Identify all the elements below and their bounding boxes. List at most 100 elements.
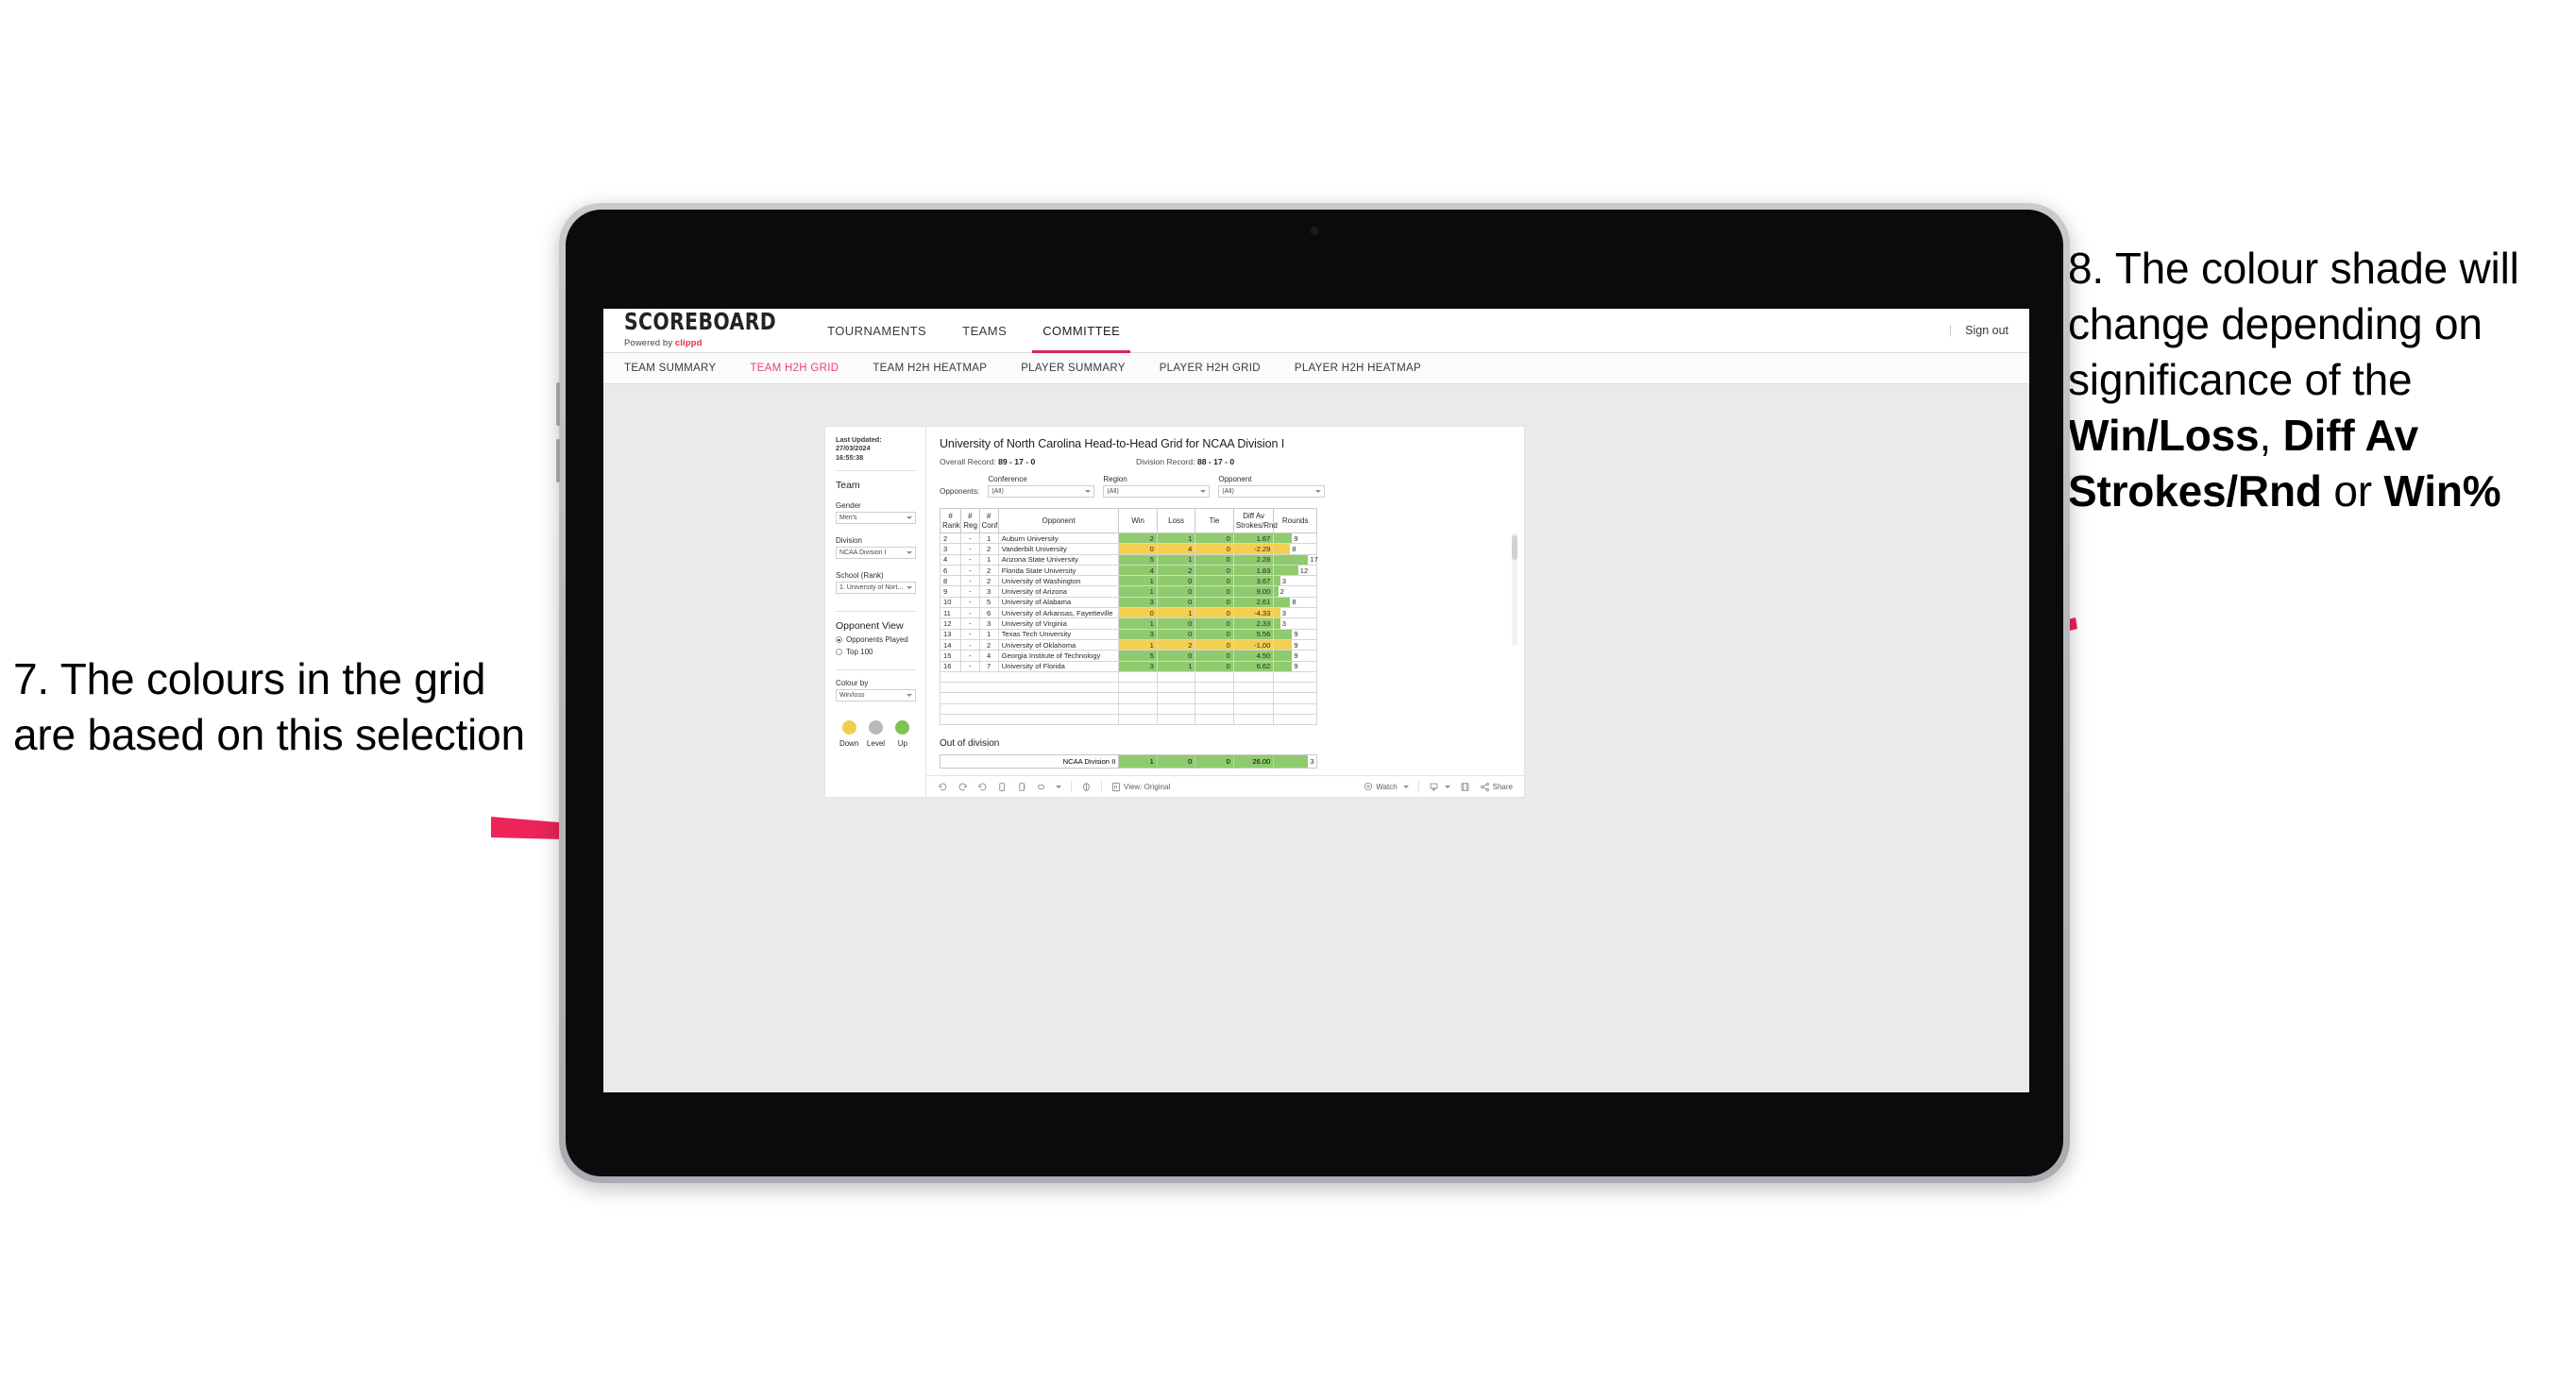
empty-win bbox=[1118, 682, 1158, 694]
cell-opponent: University of Virginia bbox=[997, 617, 1120, 630]
cell-diff-av-strokes: 1.83 bbox=[1232, 564, 1275, 577]
empty-diff bbox=[1232, 670, 1275, 684]
annotation-8-mid1: , bbox=[2259, 410, 2283, 460]
empty-tie bbox=[1195, 702, 1234, 716]
school-rank-select[interactable]: 1. University of Nort... bbox=[836, 582, 916, 595]
table-row[interactable]: 11-6 University of Arkansas, Fayetteville… bbox=[939, 607, 1317, 619]
tablet-volume-up-button[interactable] bbox=[556, 382, 560, 426]
download-icon[interactable] bbox=[1429, 782, 1450, 792]
panel-divider-2 bbox=[836, 611, 916, 613]
table-row[interactable]: 6-2 Florida State University 4 2 0 1.83 12 bbox=[939, 564, 1317, 577]
region-filter-select[interactable]: (All) bbox=[1103, 485, 1211, 498]
cell-diff-av-strokes: 1.67 bbox=[1232, 532, 1275, 545]
col-header-rank[interactable]: # Rank bbox=[939, 508, 962, 533]
col-header-reg[interactable]: # Reg bbox=[960, 508, 980, 533]
tablet-volume-down-button[interactable] bbox=[556, 439, 560, 482]
cell-conf: 5 bbox=[978, 596, 999, 609]
overall-record-label: Overall Record: bbox=[940, 457, 996, 466]
empty-tie bbox=[1195, 670, 1234, 684]
tablet-device-frame: SCOREBOARD Powered by clippd TOURNAMENTS… bbox=[556, 203, 2070, 1183]
redo-icon[interactable] bbox=[958, 782, 968, 792]
pause-updates-icon[interactable] bbox=[1017, 782, 1027, 792]
table-row[interactable]: 13-1 Texas Tech University 3 0 0 5.56 9 bbox=[939, 628, 1317, 640]
grid-vertical-scrollbar[interactable] bbox=[1512, 533, 1517, 645]
cell-reg: - bbox=[960, 638, 980, 651]
subnav-item-team-h2h-grid[interactable]: TEAM H2H GRID bbox=[750, 363, 856, 374]
fullscreen-icon[interactable] bbox=[1460, 782, 1470, 792]
grid-scrollbar-thumb[interactable] bbox=[1512, 535, 1517, 560]
rounds-value: 2 bbox=[1280, 587, 1284, 597]
cell-rank: 11 bbox=[939, 607, 962, 619]
division-select[interactable]: NCAA Division I bbox=[836, 547, 916, 560]
cell-rounds: 3 bbox=[1273, 607, 1317, 619]
table-row[interactable]: 8-2 University of Washington 1 0 0 3.67 3 bbox=[939, 575, 1317, 587]
cell-tie: 0 bbox=[1195, 543, 1234, 555]
rounds-value: 9 bbox=[1294, 651, 1298, 660]
table-row[interactable]: 15-4 Georgia Institute of Technology 5 0 0 4.… bbox=[939, 650, 1317, 662]
col-header-diff-l1: Diff Av bbox=[1243, 512, 1265, 521]
col-header-opponent[interactable]: Opponent bbox=[997, 508, 1120, 533]
table-row[interactable]: 14-2 University of Oklahoma 1 2 0 -1.00 9 bbox=[939, 638, 1317, 651]
cell-reg: - bbox=[960, 628, 980, 640]
col-header-conf[interactable]: # Conf bbox=[978, 508, 999, 533]
cell-diff-av-strokes: 2.61 bbox=[1232, 596, 1275, 609]
last-updated-date: Last Updated: 27/03/2024 bbox=[836, 435, 882, 453]
subnav-item-player-summary[interactable]: PLAYER SUMMARY bbox=[1021, 363, 1143, 374]
cell-tie: 0 bbox=[1195, 532, 1234, 545]
conference-filter-select[interactable]: (All) bbox=[988, 485, 1095, 498]
refresh-data-icon[interactable] bbox=[997, 782, 1008, 792]
cell-reg: - bbox=[960, 607, 980, 619]
radio-top-100[interactable]: Top 100 bbox=[836, 648, 916, 656]
undo-icon[interactable] bbox=[938, 782, 948, 792]
custom-views-icon[interactable] bbox=[1037, 782, 1061, 792]
table-row[interactable]: 12-3 University of Virginia 1 0 0 2.33 3 bbox=[939, 617, 1317, 630]
gender-select[interactable]: Men's bbox=[836, 512, 916, 525]
nav-item-tournaments[interactable]: TOURNAMENTS bbox=[809, 309, 944, 353]
subnav-item-team-h2h-heatmap[interactable]: TEAM H2H HEATMAP bbox=[873, 363, 1004, 374]
annotation-8-mid2: or bbox=[2321, 465, 2384, 516]
cell-diff-av-strokes: 4.50 bbox=[1232, 650, 1275, 662]
signout-link[interactable]: Sign out bbox=[1965, 324, 2008, 337]
col-header-rounds[interactable]: Rounds bbox=[1273, 508, 1317, 533]
tablet-bezel: SCOREBOARD Powered by clippd TOURNAMENTS… bbox=[566, 210, 2063, 1176]
legend-item-down: Down bbox=[836, 720, 862, 748]
watch-button[interactable]: Watch bbox=[1364, 782, 1409, 791]
nav-item-committee[interactable]: COMMITTEE bbox=[1025, 309, 1138, 353]
table-row[interactable]: 2-1 Auburn University 2 1 0 1.67 9 bbox=[939, 532, 1317, 545]
revert-icon[interactable] bbox=[977, 782, 988, 792]
col-header-win[interactable]: Win bbox=[1118, 508, 1158, 533]
table-row[interactable]: 4-1 Arizona State University 5 1 0 2.28 17 bbox=[939, 553, 1318, 566]
col-header-loss[interactable]: Loss bbox=[1156, 508, 1196, 533]
colour-by-select[interactable]: Win/loss bbox=[836, 689, 916, 702]
cell-reg: - bbox=[960, 564, 980, 577]
chevron-down-icon bbox=[1402, 785, 1409, 788]
chevron-down-icon bbox=[1315, 490, 1322, 493]
opponent-filter-select[interactable]: (All) bbox=[1218, 485, 1326, 498]
cell-rounds: 8 bbox=[1273, 596, 1317, 609]
pause-icon[interactable] bbox=[1081, 782, 1092, 792]
subnav-item-player-h2h-grid[interactable]: PLAYER H2H GRID bbox=[1160, 363, 1278, 374]
col-header-diff-av-strokes[interactable]: Diff Av Strokes/Rnd bbox=[1232, 508, 1278, 533]
chevron-down-icon bbox=[907, 694, 912, 698]
view-original-button[interactable]: View: Original bbox=[1111, 782, 1170, 792]
cell-loss: 1 bbox=[1156, 660, 1196, 672]
col-header-tie[interactable]: Tie bbox=[1195, 508, 1234, 533]
radio-opponents-played[interactable]: Opponents Played bbox=[836, 635, 916, 644]
cell-reg: - bbox=[960, 543, 980, 555]
scoreboard-logo[interactable]: SCOREBOARD Powered by clippd bbox=[603, 311, 781, 348]
table-row[interactable]: 9-3 University of Arizona 1 0 0 9.00 2 bbox=[939, 585, 1317, 598]
table-row[interactable]: 10-5 University of Alabama 3 0 0 2.61 8 bbox=[939, 596, 1317, 609]
cell-rounds: 9 bbox=[1273, 628, 1317, 640]
empty-loss bbox=[1156, 714, 1196, 726]
cell-rounds: 17 bbox=[1273, 553, 1318, 566]
subnav-item-team-summary[interactable]: TEAM SUMMARY bbox=[624, 363, 733, 374]
subnav-item-player-h2h-heatmap[interactable]: PLAYER H2H HEATMAP bbox=[1295, 363, 1438, 374]
viz-body: University of North Carolina Head-to-Hea… bbox=[926, 427, 1524, 797]
cell-conf: 3 bbox=[978, 617, 999, 630]
nav-item-teams[interactable]: TEAMS bbox=[944, 309, 1025, 353]
rounds-bar bbox=[1274, 661, 1293, 671]
share-button[interactable]: Share bbox=[1480, 782, 1513, 792]
table-row[interactable]: 3-2 Vanderbilt University 0 4 0 -2.29 8 bbox=[939, 543, 1317, 555]
table-row[interactable]: 16-7 University of Florida 3 1 0 6.62 9 bbox=[939, 660, 1317, 672]
last-updated-block: Last Updated: 27/03/2024 16:55:38 bbox=[836, 435, 916, 462]
